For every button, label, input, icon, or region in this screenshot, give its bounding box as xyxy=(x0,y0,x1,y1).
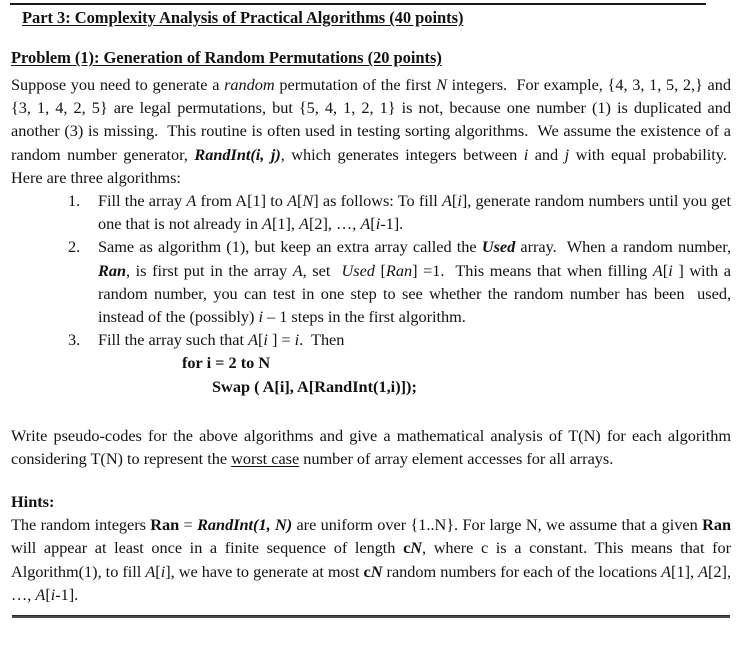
document-page: Part 3: Complexity Analysis of Practical… xyxy=(0,0,743,645)
algo1-ref-ai1: A xyxy=(360,214,371,234)
algo1-var-ai: A xyxy=(441,191,452,211)
algo2-var-ai: A xyxy=(652,260,663,280)
top-horizontal-rule xyxy=(10,3,706,5)
algo1-var-a: A xyxy=(186,191,197,211)
intro-func-randint: RandInt(i, j) xyxy=(194,144,281,164)
algo1-var-i: i xyxy=(457,191,462,211)
hints-cn-2: cN xyxy=(363,561,383,581)
part-title: Part 3: Complexity Analysis of Practical… xyxy=(22,8,464,27)
hints-term-ran: Ran xyxy=(150,515,180,535)
task-emphasis-worst-case: worst case xyxy=(231,449,300,469)
intro-paragraph: Suppose you need to generate a random pe… xyxy=(11,75,731,187)
hints-term-ran2: Ran xyxy=(702,515,732,535)
spacer-after-list xyxy=(11,398,731,424)
intro-em-random: random xyxy=(224,75,275,94)
algo3-var-i: i xyxy=(263,330,268,350)
pseudocode-swap-line: Swap ( A[i], A[RandInt(1,i)]); xyxy=(212,376,417,396)
hints-ref-a1: A xyxy=(661,561,672,581)
hints-var-a: A xyxy=(145,561,156,581)
task-paragraph: Write pseudo-codes for the above algorit… xyxy=(11,425,731,469)
algo2-term-used: Used xyxy=(481,237,516,257)
hints-cn-1: cN xyxy=(403,538,423,558)
algo2-var-i2: i xyxy=(258,307,263,327)
hints-ref-a2: A xyxy=(698,561,709,581)
intro-var-j: j xyxy=(564,144,570,164)
intro-var-n: N xyxy=(436,75,447,94)
algo1-var-i2: i xyxy=(375,214,381,234)
algo2-var-i: i xyxy=(668,260,673,280)
algo2-term-ran: Ran xyxy=(98,260,126,280)
algo2-var-a: A xyxy=(292,260,303,280)
algo1-var-an: A xyxy=(287,191,298,211)
algo1-ref-a2: A xyxy=(299,214,309,234)
hints-title: Hints: xyxy=(11,492,55,512)
bottom-horizontal-rule xyxy=(12,615,730,618)
pseudocode-for-line: for i = 2 to N xyxy=(182,353,271,373)
list-item: Same as algorithm (1), but keep an extra… xyxy=(68,235,731,327)
problem-title: Problem (1): Generation of Random Permut… xyxy=(11,48,442,67)
list-item: Fill the array such that A[i ] = i. Then… xyxy=(68,328,731,398)
algo1-var-n: N xyxy=(302,191,314,211)
hints-var-i: i xyxy=(160,561,166,581)
algo3-var-i2: i xyxy=(294,330,300,350)
algo1-ref-a1: A xyxy=(262,214,272,234)
algo2-used-array: Used xyxy=(341,260,375,280)
problem-title-row: Problem (1): Generation of Random Permut… xyxy=(11,48,731,69)
algorithm-list: Fill the array A from A[1] to A[N] as fo… xyxy=(11,189,731,398)
algo2-used-index: Ran xyxy=(385,260,413,280)
algo3-var-a: A xyxy=(248,330,258,350)
hints-paragraph: The random integers Ran = RandInt(1, N) … xyxy=(11,515,732,604)
hints-var-i2: i xyxy=(50,584,56,604)
intro-var-i: i xyxy=(523,144,529,164)
document-content: Part 3: Complexity Analysis of Practical… xyxy=(11,8,731,606)
hints-ref-ai1: A xyxy=(35,584,46,604)
hints-func-randint: RandInt(1, N) xyxy=(197,515,293,535)
spacer-before-hints xyxy=(11,470,731,491)
list-item: Fill the array A from A[1] to A[N] as fo… xyxy=(68,189,731,234)
part-title-row: Part 3: Complexity Analysis of Practical… xyxy=(11,8,731,29)
